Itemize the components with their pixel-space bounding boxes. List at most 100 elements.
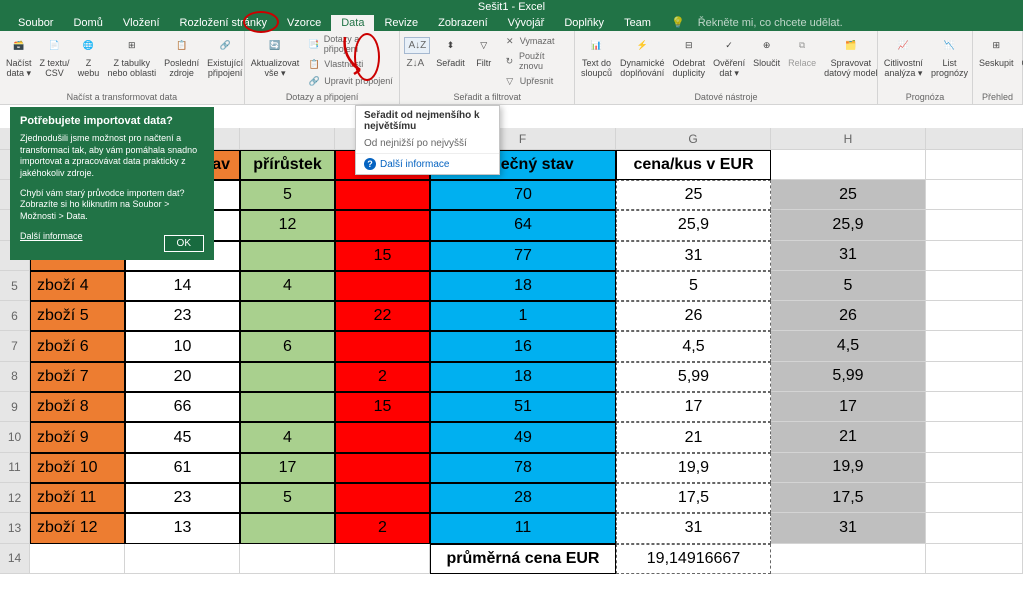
- cell[interactable]: 4: [240, 422, 335, 452]
- panel-more-link[interactable]: Další informace: [20, 231, 83, 241]
- from-table-btn[interactable]: ⊞Z tabulky nebo oblasti: [106, 33, 159, 81]
- cell[interactable]: [926, 513, 1023, 543]
- menu-review[interactable]: Revize: [374, 15, 428, 31]
- cell[interactable]: cena/kus v EUR: [616, 150, 771, 180]
- menu-team[interactable]: Team: [614, 15, 661, 31]
- from-csv-btn[interactable]: 📄Z textu/ CSV: [38, 33, 72, 81]
- row-hdr[interactable]: 14: [0, 544, 30, 574]
- menu-formulas[interactable]: Vzorce: [277, 15, 331, 31]
- cell[interactable]: 17,5: [616, 483, 771, 513]
- cell[interactable]: 70: [430, 180, 616, 210]
- tell-me[interactable]: 💡 Řekněte mi, co chcete udělat.: [661, 14, 863, 31]
- cell[interactable]: 17: [240, 453, 335, 483]
- cell[interactable]: 66: [125, 392, 240, 422]
- cell[interactable]: [926, 241, 1023, 271]
- panel-ok-button[interactable]: OK: [164, 235, 204, 252]
- menu-data[interactable]: Data: [331, 15, 374, 31]
- cell[interactable]: [335, 453, 430, 483]
- col-d[interactable]: [240, 128, 335, 150]
- menu-insert[interactable]: Vložení: [113, 15, 170, 31]
- cell[interactable]: [240, 241, 335, 271]
- cell[interactable]: [926, 392, 1023, 422]
- cell[interactable]: 77: [430, 241, 616, 271]
- consolidate-btn[interactable]: ⊕Sloučit: [751, 33, 782, 71]
- cell[interactable]: 17,5: [771, 483, 926, 513]
- cell[interactable]: zboží 6: [30, 331, 125, 361]
- cell[interactable]: [926, 271, 1023, 301]
- row-hdr[interactable]: 13: [0, 513, 30, 543]
- cell[interactable]: 5: [771, 271, 926, 301]
- remove-dup-btn[interactable]: ⊟Odebrat duplicity: [671, 33, 708, 81]
- datamodel-btn[interactable]: 🗂️Spravovat datový model: [822, 33, 880, 81]
- cell[interactable]: 25,9: [771, 210, 926, 240]
- cell[interactable]: [926, 483, 1023, 513]
- cell[interactable]: [926, 453, 1023, 483]
- cell[interactable]: zboží 10: [30, 453, 125, 483]
- cell[interactable]: zboží 11: [30, 483, 125, 513]
- cell[interactable]: 23: [125, 483, 240, 513]
- cell[interactable]: 12: [240, 210, 335, 240]
- cell-avg-label[interactable]: průměrná cena EUR: [430, 544, 616, 574]
- cell[interactable]: 5: [240, 483, 335, 513]
- cell[interactable]: 4,5: [771, 331, 926, 361]
- cell[interactable]: 31: [771, 241, 926, 271]
- row-hdr[interactable]: 6: [0, 301, 30, 331]
- cell[interactable]: [240, 392, 335, 422]
- menu-addins[interactable]: Doplňky: [554, 15, 614, 31]
- cell[interactable]: 18: [430, 362, 616, 392]
- cell[interactable]: 13: [125, 513, 240, 543]
- cell[interactable]: [335, 271, 430, 301]
- sort-desc-btn[interactable]: Z↓A: [404, 57, 430, 70]
- flash-fill-btn[interactable]: ⚡Dynamické doplňování: [618, 33, 667, 81]
- cell[interactable]: 5: [240, 180, 335, 210]
- cell[interactable]: 25: [616, 180, 771, 210]
- menu-developer[interactable]: Vývojář: [498, 15, 555, 31]
- cell[interactable]: 21: [616, 422, 771, 452]
- filter-btn[interactable]: ▽Filtr: [471, 33, 497, 71]
- cell[interactable]: přírůstek: [240, 150, 335, 180]
- cell[interactable]: [926, 544, 1023, 574]
- cell[interactable]: [926, 180, 1023, 210]
- group-btn[interactable]: ⊞Seskupit: [977, 33, 1016, 71]
- text-columns-btn[interactable]: 📊Text do sloupců: [579, 33, 614, 81]
- col-g[interactable]: G: [616, 128, 771, 150]
- cell[interactable]: 26: [616, 301, 771, 331]
- cell-avg-value[interactable]: 19,14916667: [616, 544, 771, 574]
- whatif-btn[interactable]: 📈Citlivostní analýza ▾: [882, 33, 925, 81]
- cell[interactable]: [771, 544, 926, 574]
- cell[interactable]: [335, 180, 430, 210]
- row-hdr[interactable]: 10: [0, 422, 30, 452]
- cell[interactable]: 19,9: [771, 453, 926, 483]
- forecast-btn[interactable]: 📉List prognózy: [929, 33, 970, 81]
- sort-asc-btn[interactable]: A↓Z: [404, 37, 430, 54]
- row-hdr[interactable]: 9: [0, 392, 30, 422]
- cell[interactable]: 10: [125, 331, 240, 361]
- cell[interactable]: 4: [240, 271, 335, 301]
- cell[interactable]: zboží 12: [30, 513, 125, 543]
- validation-btn[interactable]: ✓Ověření dat ▾: [711, 33, 747, 81]
- cell[interactable]: zboží 9: [30, 422, 125, 452]
- sort-btn[interactable]: ⬍Seřadit: [434, 33, 467, 71]
- cell[interactable]: [240, 301, 335, 331]
- tooltip-link[interactable]: ?Další informace: [356, 153, 499, 174]
- cell[interactable]: 16: [430, 331, 616, 361]
- cell[interactable]: [335, 422, 430, 452]
- menu-pagelayout[interactable]: Rozložení stránky: [170, 15, 277, 31]
- row-hdr[interactable]: 7: [0, 331, 30, 361]
- cell[interactable]: 22: [335, 301, 430, 331]
- row-hdr[interactable]: 12: [0, 483, 30, 513]
- cell[interactable]: [926, 150, 1023, 180]
- cell[interactable]: 23: [125, 301, 240, 331]
- cell[interactable]: 18: [430, 271, 616, 301]
- cell[interactable]: [335, 210, 430, 240]
- cell[interactable]: 64: [430, 210, 616, 240]
- cell[interactable]: 49: [430, 422, 616, 452]
- refresh-btn[interactable]: 🔄Aktualizovat vše ▾: [249, 33, 302, 81]
- cell[interactable]: [335, 331, 430, 361]
- cell[interactable]: [926, 331, 1023, 361]
- queries-btn[interactable]: 📑Dotazy a připojení: [305, 33, 395, 55]
- cell[interactable]: [926, 422, 1023, 452]
- cell[interactable]: 78: [430, 453, 616, 483]
- cell[interactable]: 15: [335, 241, 430, 271]
- cell[interactable]: 6: [240, 331, 335, 361]
